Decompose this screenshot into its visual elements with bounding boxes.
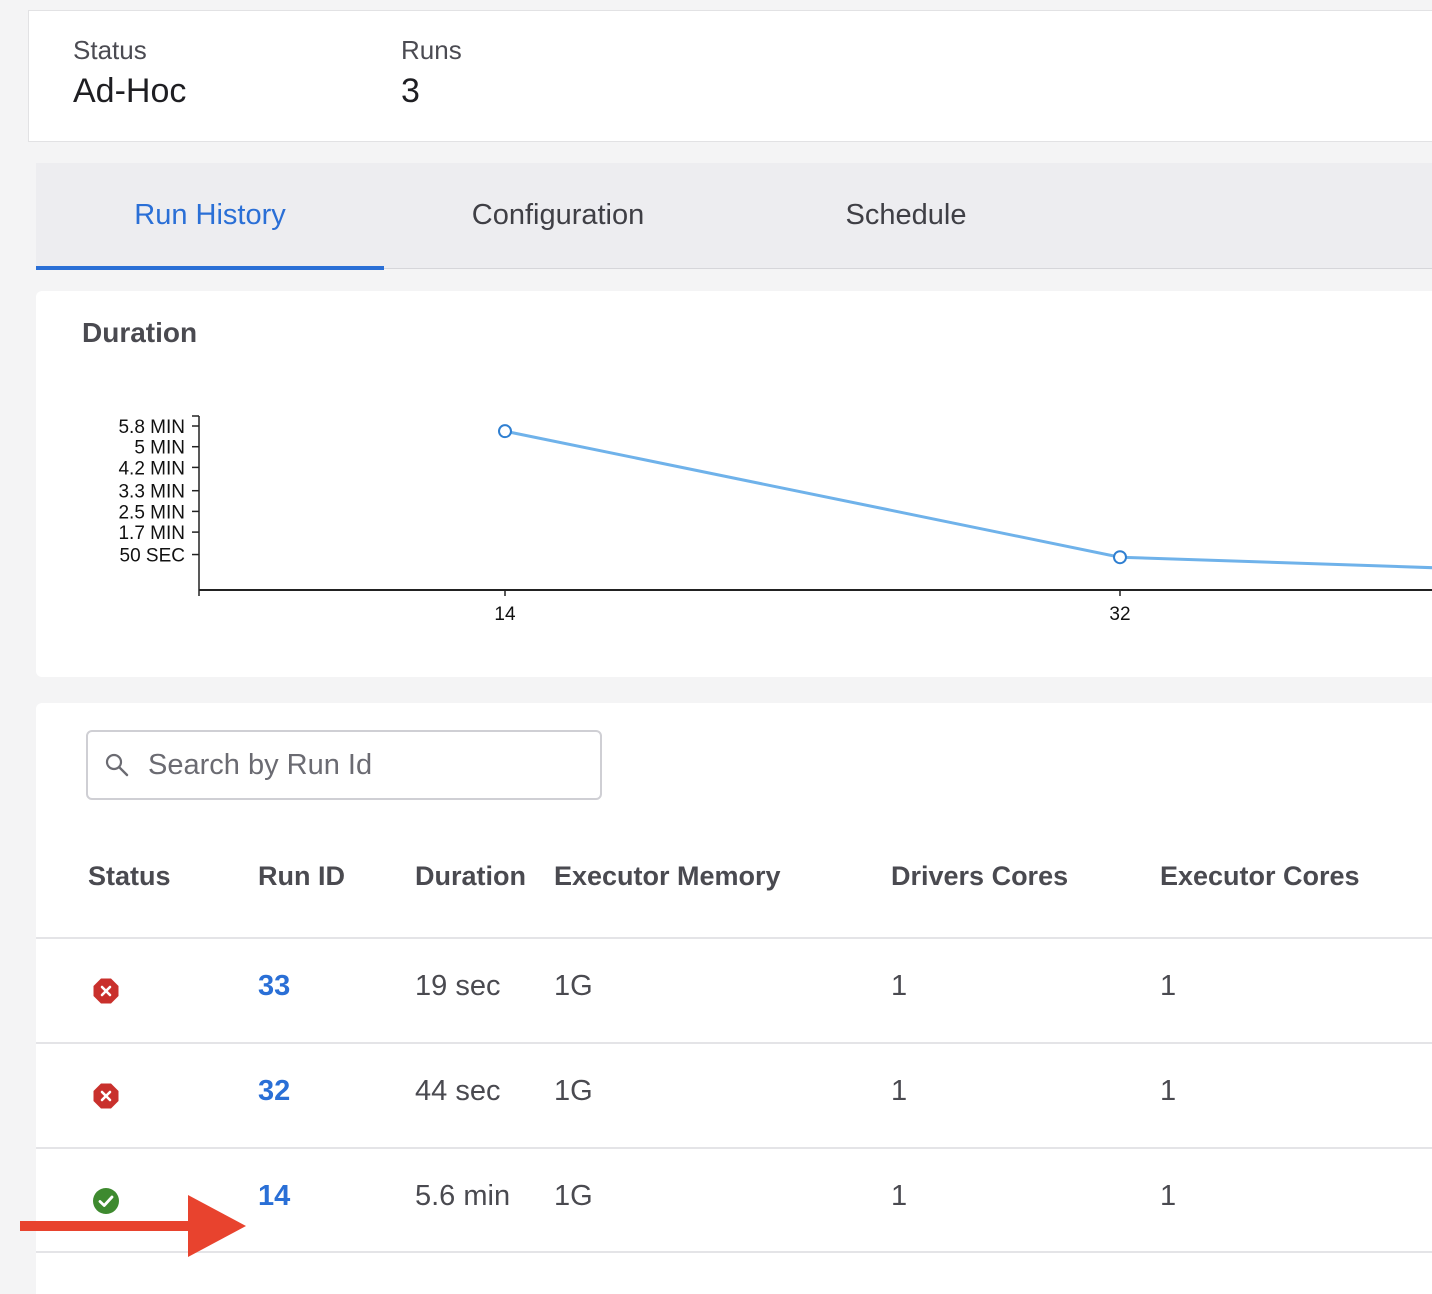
executor-cores-cell: 1	[1160, 1180, 1177, 1212]
table-row[interactable]: 32 44 sec 1G 1 1	[36, 1042, 1432, 1148]
drivers-cores-cell: 1	[891, 970, 908, 1002]
column-header-drivers-cores[interactable]: Drivers Cores	[891, 861, 1068, 892]
y-tick-label: 4.2 MIN	[118, 458, 185, 479]
column-header-run-id[interactable]: Run ID	[258, 861, 345, 892]
tab-schedule[interactable]: Schedule	[732, 163, 1080, 268]
status-value: Ad-Hoc	[73, 72, 187, 110]
executor-cores-cell: 1	[1160, 970, 1177, 1002]
annotation-arrow-icon	[20, 1195, 246, 1257]
drivers-cores-cell: 1	[891, 1075, 908, 1107]
column-header-status[interactable]: Status	[88, 861, 171, 892]
executor-memory-cell: 1G	[554, 1180, 593, 1212]
duration-series-line	[504, 429, 1432, 570]
run-id-link[interactable]: 33	[258, 969, 290, 1003]
x-tick-label: 14	[494, 604, 516, 625]
duration-cell: 44 sec	[415, 1075, 501, 1107]
status-label: Status	[73, 35, 147, 65]
x-tick-label: 32	[1109, 604, 1130, 625]
duration-line-chart: 5.8 MIN5 MIN4.2 MIN 3.3 MIN2.5 MIN1.7 MIN…	[118, 415, 1432, 625]
runs-value: 3	[401, 72, 420, 110]
duration-cell: 19 sec	[415, 970, 501, 1002]
column-header-duration[interactable]: Duration	[415, 861, 526, 892]
run-id-link[interactable]: 14	[258, 1179, 290, 1213]
y-tick-label: 3.3 MIN	[118, 482, 185, 503]
status-stat: Status Ad-Hoc	[73, 35, 186, 111]
runs-label: Runs	[401, 35, 462, 65]
search-box[interactable]	[86, 730, 602, 800]
tab-run-history[interactable]: Run History	[36, 163, 384, 270]
duration-chart-card: Duration 5.8 MIN 5 MIN 4.2 MIN 3.3 MIN 2.5 M…	[36, 291, 1432, 677]
search-input[interactable]	[146, 747, 570, 783]
data-point[interactable]	[1113, 550, 1127, 565]
y-tick-label: 5.8 MIN	[118, 417, 185, 438]
tab-configuration[interactable]: Configuration	[384, 163, 732, 268]
table-row[interactable]: 33 19 sec 1G 1 1	[36, 937, 1432, 1043]
failed-status-icon	[92, 1082, 120, 1110]
duration-cell: 5.6 min	[415, 1180, 511, 1212]
column-header-executor-memory[interactable]: Executor Memory	[554, 861, 781, 892]
tab-bar: Run History Configuration Schedule	[36, 163, 1432, 270]
search-icon	[104, 752, 130, 778]
column-header-executor-cores[interactable]: Executor Cores	[1160, 861, 1360, 892]
job-summary-card: Status Ad-Hoc Runs 3	[28, 10, 1432, 142]
y-tick-label: 50 SEC	[120, 546, 185, 567]
y-tick-label: 1.7 MIN	[118, 523, 185, 544]
y-tick-label: 5 MIN	[134, 438, 185, 459]
failed-status-icon	[92, 977, 120, 1005]
runs-stat: Runs 3	[401, 35, 462, 111]
executor-memory-cell: 1G	[554, 1075, 593, 1107]
y-tick-label: 2.5 MIN	[118, 502, 185, 523]
executor-cores-cell: 1	[1160, 1075, 1177, 1107]
data-point[interactable]	[498, 424, 512, 439]
drivers-cores-cell: 1	[891, 1180, 908, 1212]
run-id-link[interactable]: 32	[258, 1074, 290, 1108]
executor-memory-cell: 1G	[554, 970, 593, 1002]
